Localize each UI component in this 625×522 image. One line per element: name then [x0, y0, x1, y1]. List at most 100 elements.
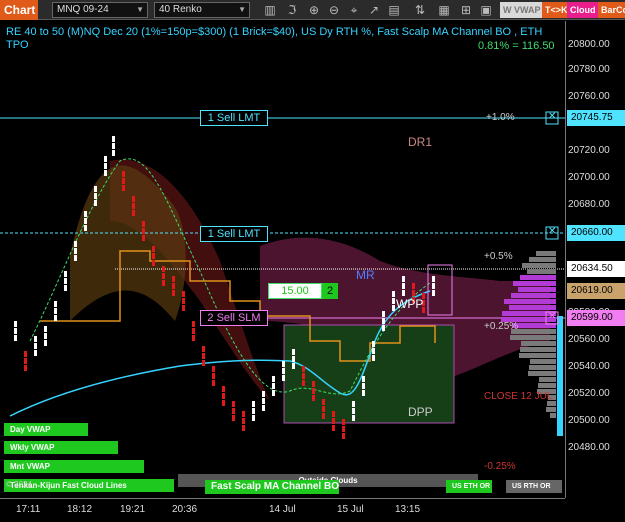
time-label: 18:12: [67, 504, 93, 515]
w-vwap-button[interactable]: W VWAP: [500, 2, 544, 18]
price-marker-sell-slm: 20599.00: [567, 310, 625, 326]
renko-brick: [132, 203, 135, 209]
zoom-out-icon[interactable]: ⊖: [326, 2, 342, 18]
renko-brick: [212, 366, 215, 372]
close-icon[interactable]: ✕: [548, 226, 556, 237]
renko-brick: [182, 305, 185, 311]
renko-brick: [104, 170, 107, 176]
close-icon[interactable]: ✕: [548, 311, 556, 322]
order-qty-value[interactable]: 15.00: [268, 283, 322, 299]
renko-brick: [182, 291, 185, 297]
us-rth-or-button[interactable]: US RTH OR: [506, 480, 562, 493]
renko-brick: [142, 228, 145, 234]
renko-brick: [24, 365, 27, 371]
bar-type-value: 40 Renko: [159, 4, 202, 15]
instrument-selector[interactable]: MNQ 09-24 ▼: [52, 2, 148, 18]
renko-brick: [222, 400, 225, 406]
renko-brick: [262, 391, 265, 397]
volume-profile-bar: [522, 263, 556, 268]
volume-profile-bar: [510, 335, 556, 340]
close-icon[interactable]: ✕: [548, 111, 556, 122]
renko-brick: [342, 433, 345, 439]
renko-brick: [202, 346, 205, 352]
time-axis[interactable]: 17:11 18:12 19:21 20:36 14 Jul 15 Jul 13…: [0, 498, 565, 522]
renko-brick: [312, 381, 315, 387]
renko-brick: [292, 349, 295, 355]
time-label: 17:11: [16, 504, 41, 515]
price-tick: 20520.00: [568, 388, 610, 399]
zoom-in-icon[interactable]: ⊕: [306, 2, 322, 18]
renko-brick: [64, 278, 67, 284]
volume-profile-bar: [550, 413, 556, 418]
volume-profile-bar: [520, 275, 556, 280]
renko-brick: [64, 285, 67, 291]
renko-brick: [84, 211, 87, 217]
renko-brick: [412, 283, 415, 289]
renko-brick: [402, 290, 405, 296]
range-overlay: 0.81% = 116.50: [478, 40, 555, 52]
renko-brick: [94, 200, 97, 206]
price-tick: 20680.00: [568, 199, 610, 210]
renko-brick: [172, 283, 175, 289]
strategy-icon[interactable]: ⇅: [412, 2, 428, 18]
renko-brick: [302, 380, 305, 386]
bars-icon[interactable]: ▥: [262, 2, 278, 18]
renko-brick: [162, 266, 165, 272]
cloud-button[interactable]: Cloud: [567, 2, 599, 18]
renko-brick: [242, 418, 245, 424]
renko-brick: [382, 311, 385, 317]
sell-lmt-order-top[interactable]: 1 Sell LMT: [200, 110, 268, 126]
renko-brick: [94, 186, 97, 192]
renko-brick: [362, 390, 365, 396]
renko-brick: [104, 156, 107, 162]
renko-brick: [342, 426, 345, 432]
day-vwap-button[interactable]: Day VWAP: [4, 423, 88, 436]
chart-style-icon[interactable]: ▦: [436, 2, 452, 18]
crosshair-icon[interactable]: ⌖: [346, 2, 362, 18]
bar-type-selector[interactable]: 40 Renko ▼: [154, 2, 250, 18]
volume-profile-bar: [504, 299, 556, 304]
renko-brick: [332, 425, 335, 431]
volume-profile-bar: [529, 257, 556, 262]
volume-profile-bar: [539, 377, 556, 382]
renko-brick: [162, 280, 165, 286]
renko-brick: [362, 383, 365, 389]
chevron-down-icon: ▼: [136, 5, 144, 14]
renko-brick: [382, 318, 385, 324]
sell-lmt-order-mid[interactable]: 1 Sell LMT: [200, 226, 268, 242]
renko-brick: [352, 401, 355, 407]
sell-slm-order[interactable]: 2 Sell SLM: [200, 310, 268, 326]
renko-brick: [282, 368, 285, 374]
price-tick: 20760.00: [568, 91, 610, 102]
renko-brick: [342, 419, 345, 425]
price-tick: 20780.00: [568, 64, 610, 75]
trading-icon[interactable]: ▣: [478, 2, 494, 18]
chart-toolbar: Chart MNQ 09-24 ▼ 40 Renko ▼ ▥ ℑ ⊕ ⊖ ⌖ ↗…: [0, 0, 625, 20]
price-marker-sell-lmt-mid: 20660.00: [567, 225, 625, 241]
template-icon[interactable]: ⊞: [458, 2, 474, 18]
chart-tab[interactable]: Chart: [0, 0, 38, 20]
renko-brick: [192, 321, 195, 327]
mnt-vwap-button[interactable]: Mnt VWAP: [4, 460, 144, 473]
renko-brick: [54, 315, 57, 321]
renko-brick: [322, 406, 325, 412]
properties-icon[interactable]: ▤: [386, 2, 402, 18]
price-tick: 20700.00: [568, 172, 610, 183]
renko-brick: [84, 218, 87, 224]
draw-icon[interactable]: ↗: [366, 2, 382, 18]
renko-brick: [262, 405, 265, 411]
price-axis[interactable]: 20800.00 20780.00 20760.00 20720.00 2070…: [565, 21, 625, 498]
barco-button[interactable]: BarCo: [598, 2, 625, 18]
order-qty-count[interactable]: 2: [322, 283, 338, 299]
fast-scalp-button[interactable]: Fast Scalp MA Channel BO: [205, 480, 339, 494]
renko-brick: [152, 253, 155, 259]
wpp-label: WPP: [396, 297, 424, 311]
volume-profile-bar: [527, 269, 556, 274]
wkly-vwap-button[interactable]: Wkly VWAP: [4, 441, 118, 454]
time-label: 20:36: [172, 504, 198, 515]
renko-brick: [14, 335, 17, 341]
renko-brick: [252, 401, 255, 407]
us-eth-or-button[interactable]: US ETH OR: [446, 480, 492, 493]
indicators-icon[interactable]: ℑ: [284, 2, 300, 18]
renko-brick: [34, 350, 37, 356]
